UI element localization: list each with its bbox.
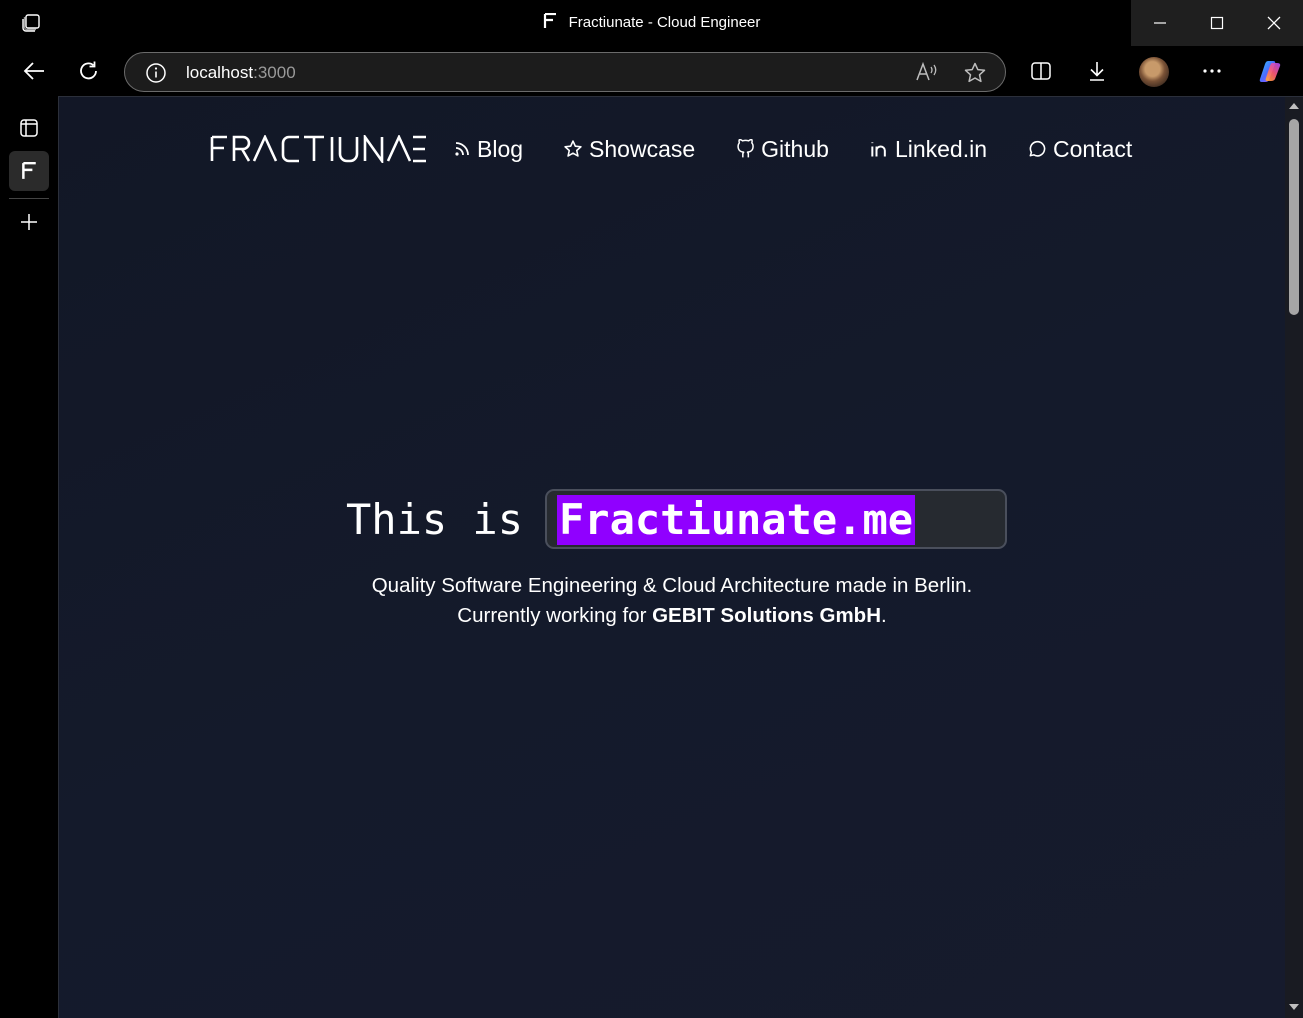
fractiunate-favicon-icon <box>543 12 557 29</box>
nav-link-label: Contact <box>1053 135 1133 162</box>
tagline-line-1: Quality Software Engineering & Cloud Arc… <box>371 574 973 597</box>
linkedin-icon <box>871 142 886 157</box>
scroll-up-arrow-icon[interactable] <box>1289 103 1299 109</box>
browser-toolbar: localhost:3000 <box>0 46 1303 96</box>
refresh-button[interactable] <box>74 56 104 86</box>
nav-link-showcase[interactable]: Showcase <box>563 136 695 163</box>
arrow-left-icon <box>23 62 44 80</box>
maximize-button[interactable] <box>1188 0 1245 46</box>
split-screen-button[interactable] <box>1026 56 1056 86</box>
scroll-down-arrow-icon[interactable] <box>1289 1004 1299 1010</box>
hero-tagline: Quality Software Engineering & Cloud Arc… <box>59 571 1285 631</box>
nav-link-contact[interactable]: Contact <box>1027 136 1132 163</box>
github-icon <box>737 139 755 158</box>
maximize-icon <box>1210 16 1223 30</box>
nav-link-label: Github <box>761 135 829 162</box>
more-menu-button[interactable] <box>1197 56 1227 86</box>
download-icon <box>1090 62 1104 81</box>
nav-link-label: Blog <box>477 135 524 162</box>
tab-panel-toggle-button[interactable] <box>9 108 49 148</box>
tagline-line-2-post: . <box>881 604 887 627</box>
more-dots-icon <box>1203 69 1221 73</box>
downloads-button[interactable] <box>1082 56 1112 86</box>
favorite-star-icon[interactable] <box>963 61 987 90</box>
minimize-button[interactable] <box>1131 0 1188 46</box>
site-logo[interactable] <box>209 135 453 163</box>
close-window-button[interactable] <box>1245 0 1302 46</box>
nav-link-blog[interactable]: Blog <box>453 136 523 163</box>
chat-bubble-icon <box>1029 140 1046 157</box>
sidebar-divider <box>9 198 49 199</box>
plus-icon <box>21 214 37 230</box>
tab-panel-icon <box>20 119 38 137</box>
vertical-tabs-sidebar <box>0 96 58 1018</box>
window-controls <box>1131 0 1303 46</box>
copilot-icon[interactable] <box>1257 58 1283 84</box>
profile-avatar[interactable] <box>1139 57 1169 87</box>
hero-prefix: This is <box>346 494 524 544</box>
typewriter-box: Fractiunate.me <box>545 489 1008 549</box>
url-text[interactable]: localhost:3000 <box>186 63 296 83</box>
page-scrollbar[interactable] <box>1285 97 1303 1018</box>
address-bar[interactable]: localhost:3000 <box>124 52 1006 92</box>
fractiunate-favicon-icon <box>22 162 36 179</box>
tagline-line-2: Currently working for GEBIT Solutions Gm… <box>59 601 1285 631</box>
back-button[interactable] <box>19 56 49 86</box>
site-info-icon[interactable] <box>145 62 167 89</box>
refresh-icon <box>80 61 97 80</box>
nav-link-label: Showcase <box>589 135 696 162</box>
rss-icon <box>455 142 469 156</box>
tagline-line-2-pre: Currently working for <box>457 604 653 627</box>
employer-name: GEBIT Solutions GmbH <box>652 604 882 627</box>
url-host: localhost <box>186 63 254 82</box>
nav-link-github[interactable]: Github <box>735 136 829 163</box>
scrollbar-thumb[interactable] <box>1289 119 1299 315</box>
star-icon <box>564 140 582 157</box>
nav-link-label: Linked.in <box>894 135 988 162</box>
url-port: :3000 <box>253 63 296 82</box>
split-screen-icon <box>1031 62 1051 80</box>
hero-highlight-text: Fractiunate.me <box>557 495 916 545</box>
new-tab-button[interactable] <box>9 202 49 242</box>
title-bar: Fractiunate - Cloud Engineer <box>0 0 1303 46</box>
read-aloud-icon[interactable] <box>915 61 939 88</box>
window-title: Fractiunate - Cloud Engineer <box>0 12 1303 31</box>
page-viewport: Blog Showcase Github Linked.in Contact T… <box>58 96 1303 1018</box>
tab-fractiunate[interactable] <box>9 151 49 191</box>
nav-link-linkedin[interactable]: Linked.in <box>869 136 987 163</box>
minimize-icon <box>1153 22 1166 24</box>
site-navigation: Blog Showcase Github Linked.in Contact <box>209 133 1172 165</box>
hero-headline: This is Fractiunate.me <box>346 489 1008 549</box>
close-icon <box>1267 16 1280 30</box>
window-title-text: Fractiunate - Cloud Engineer <box>568 14 761 31</box>
